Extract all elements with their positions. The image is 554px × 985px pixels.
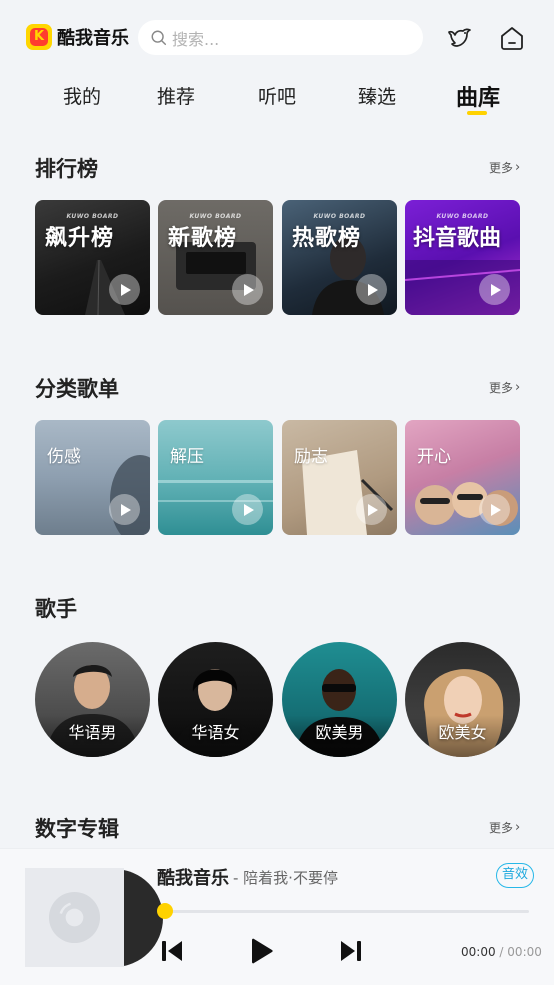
album-art[interactable]: [25, 868, 163, 968]
song-subtitle: - 陪着我·不要停: [233, 869, 338, 887]
app-logo[interactable]: K 酷我音乐: [26, 24, 129, 50]
singer-chinese-male[interactable]: 华语男: [35, 642, 150, 757]
tab-mine[interactable]: 我的: [63, 82, 101, 109]
chevron-right-icon: ›: [515, 160, 521, 175]
time-display: 00:00 / 00:00: [461, 945, 542, 959]
tab-listen[interactable]: 听吧: [258, 82, 296, 109]
play-icon[interactable]: [232, 274, 263, 305]
singer-western-male[interactable]: 欧美男: [282, 642, 397, 757]
mini-player: 酷我音乐 - 陪着我·不要停 音效 00:00 / 00:00: [0, 848, 554, 985]
category-card-inspire[interactable]: 励志: [282, 420, 397, 535]
tab-selected[interactable]: 臻选: [358, 82, 396, 109]
chart-card-rising[interactable]: KUWO BOARD 飙升榜: [35, 200, 150, 315]
time-separator: /: [499, 945, 504, 959]
more-label: 更多: [489, 161, 514, 175]
chart-card-douyin[interactable]: KUWO BOARD 抖音歌曲: [405, 200, 520, 315]
album-cover: [25, 868, 124, 967]
chevron-right-icon: ›: [515, 820, 521, 835]
play-icon[interactable]: [356, 494, 387, 525]
progress-bar[interactable]: [165, 910, 529, 913]
section-title-categories: 分类歌单: [35, 377, 119, 401]
search-placeholder: 搜索...: [172, 29, 220, 49]
main-tabs: 我的 推荐 听吧 臻选 曲库: [0, 82, 554, 122]
section-title-singers: 歌手: [35, 597, 77, 621]
tab-recommend[interactable]: 推荐: [157, 82, 195, 109]
category-label: 励志: [294, 447, 328, 467]
section-title-albums: 数字专辑: [35, 817, 119, 841]
tab-library[interactable]: 曲库: [456, 80, 500, 112]
play-icon[interactable]: [232, 494, 263, 525]
albums-more-link[interactable]: 更多 ›: [489, 819, 520, 836]
top-bar: K 酷我音乐 搜索...: [0, 0, 554, 76]
section-title-charts: 排行榜: [35, 157, 98, 181]
singer-label: 华语女: [191, 723, 240, 742]
chart-label: 抖音歌曲: [413, 226, 502, 251]
home-icon[interactable]: [498, 24, 526, 52]
board-tag: KUWO BOARD: [313, 213, 366, 220]
board-tag: KUWO BOARD: [436, 213, 489, 220]
bird-icon[interactable]: [446, 24, 474, 52]
category-label: 伤感: [47, 447, 81, 467]
active-tab-indicator: [467, 111, 487, 115]
app-name: 酷我音乐: [57, 28, 129, 49]
singer-label: 欧美男: [315, 723, 364, 742]
category-label: 解压: [170, 447, 204, 467]
chart-label: 热歌榜: [292, 226, 362, 251]
next-icon[interactable]: [338, 938, 364, 964]
song-title: 酷我音乐: [157, 868, 229, 889]
category-card-relax[interactable]: 解压: [158, 420, 273, 535]
more-label: 更多: [489, 821, 514, 835]
play-icon[interactable]: [479, 274, 510, 305]
chevron-right-icon: ›: [515, 380, 521, 395]
singer-label: 华语男: [68, 723, 117, 742]
singer-label: 欧美女: [438, 723, 487, 742]
charts-more-link[interactable]: 更多 ›: [489, 159, 520, 176]
board-tag: KUWO BOARD: [189, 213, 242, 220]
play-icon[interactable]: [248, 938, 276, 964]
current-time: 00:00: [461, 945, 496, 959]
previous-icon[interactable]: [159, 938, 185, 964]
chart-card-hot[interactable]: KUWO BOARD 热歌榜: [282, 200, 397, 315]
play-icon[interactable]: [109, 274, 140, 305]
chart-label: 飙升榜: [45, 226, 115, 251]
singer-western-female[interactable]: 欧美女: [405, 642, 520, 757]
more-label: 更多: [489, 381, 514, 395]
sound-effect-button[interactable]: 音效: [496, 863, 534, 888]
play-icon[interactable]: [479, 494, 510, 525]
disc-placeholder-icon: [48, 891, 101, 944]
categories-more-link[interactable]: 更多 ›: [489, 379, 520, 396]
singer-chinese-female[interactable]: 华语女: [158, 642, 273, 757]
total-time: 00:00: [507, 945, 542, 959]
search-icon: [151, 30, 167, 45]
category-card-happy[interactable]: 开心: [405, 420, 520, 535]
play-icon[interactable]: [109, 494, 140, 525]
kuwo-logo-icon: K: [26, 24, 52, 50]
progress-knob[interactable]: [157, 903, 173, 919]
category-card-sad[interactable]: 伤感: [35, 420, 150, 535]
category-label: 开心: [417, 447, 451, 467]
chart-label: 新歌榜: [168, 226, 238, 251]
search-input[interactable]: 搜索...: [138, 20, 423, 55]
board-tag: KUWO BOARD: [66, 213, 119, 220]
chart-card-new[interactable]: KUWO BOARD 新歌榜: [158, 200, 273, 315]
play-icon[interactable]: [356, 274, 387, 305]
